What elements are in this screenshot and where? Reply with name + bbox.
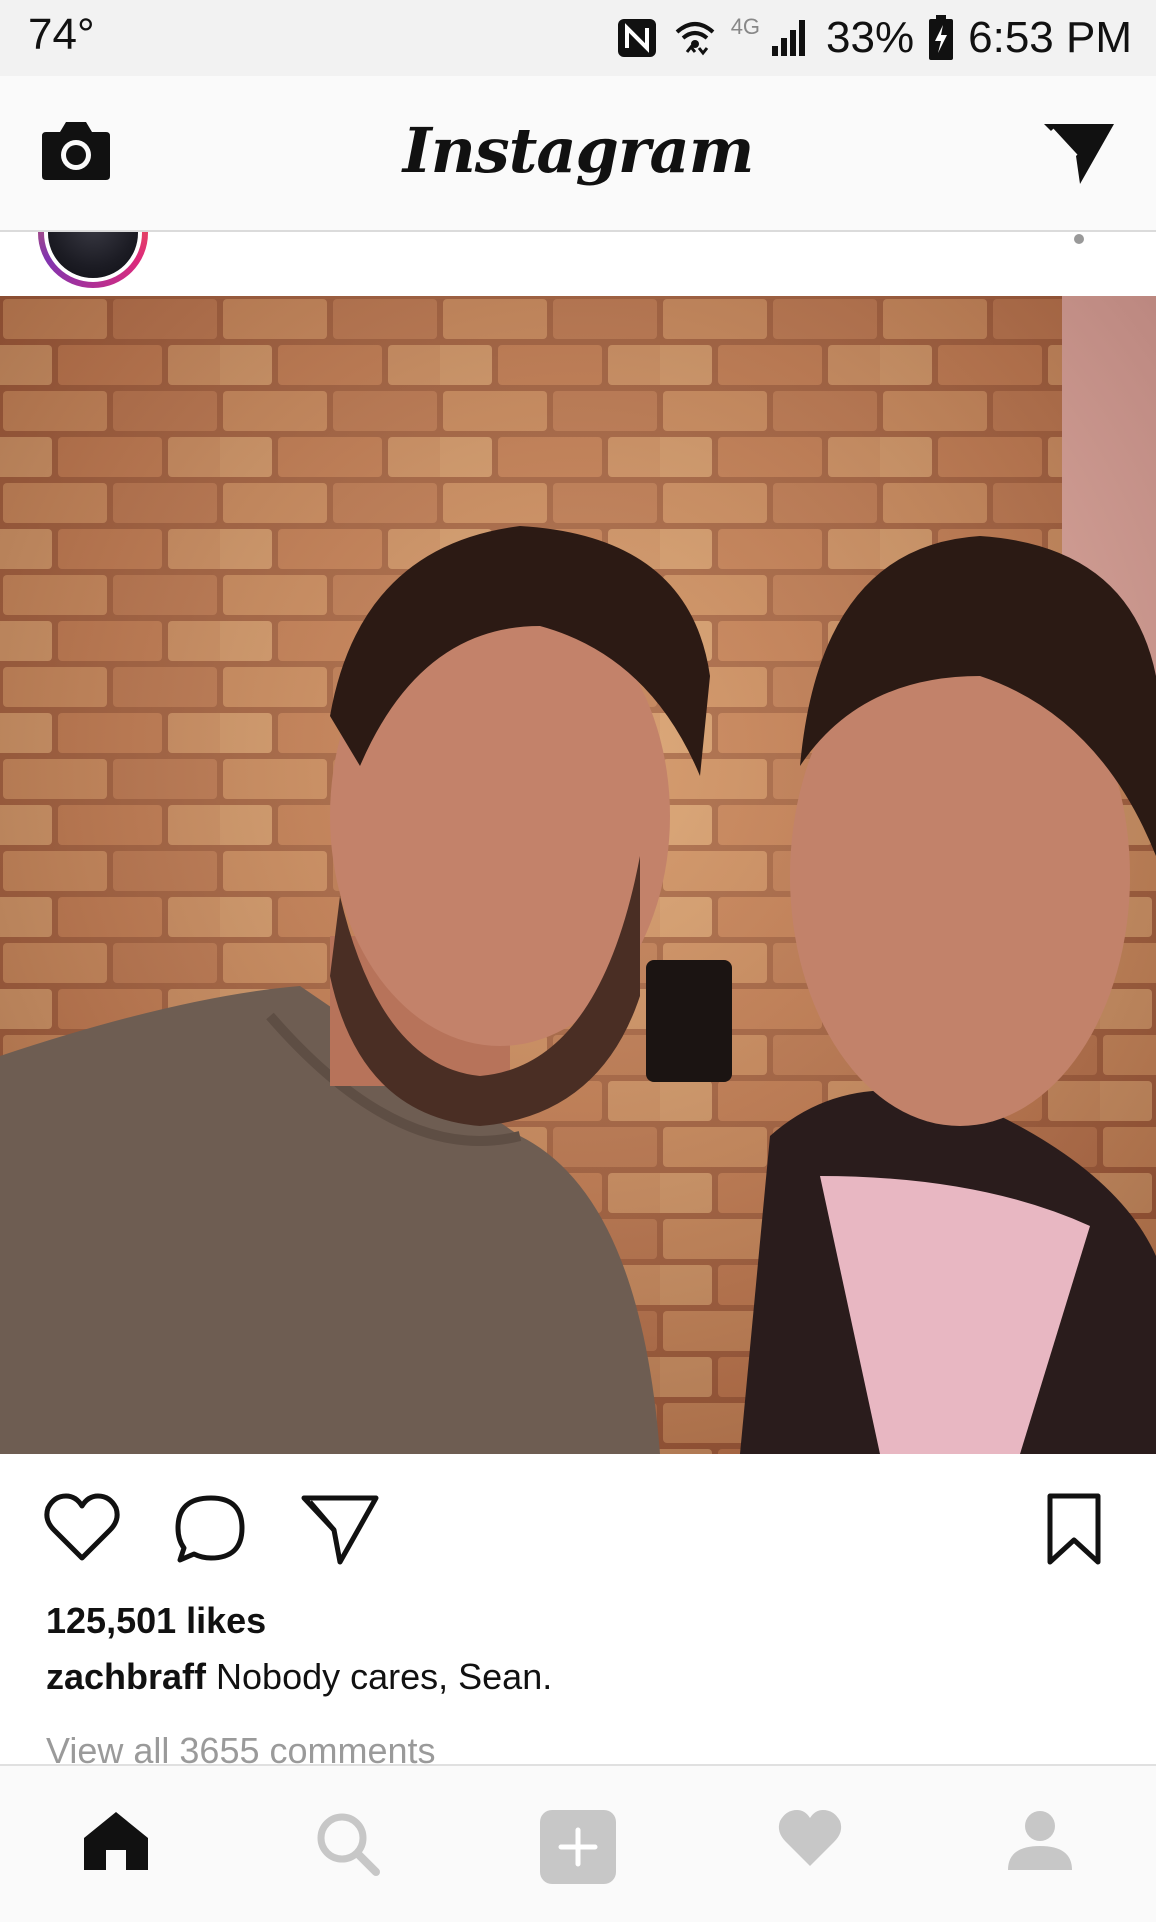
nfc-icon xyxy=(617,19,656,57)
paper-plane-icon xyxy=(1044,124,1114,184)
clock: 6:53 PM xyxy=(968,13,1132,62)
profile-icon xyxy=(1008,1811,1072,1870)
post-photo[interactable] xyxy=(0,296,1156,1454)
save-button[interactable] xyxy=(1044,1492,1104,1571)
search-icon xyxy=(317,1813,380,1876)
caption: zachbraff Nobody cares, Sean. xyxy=(46,1656,552,1698)
share-icon xyxy=(301,1495,379,1565)
bookmark-icon xyxy=(1047,1493,1101,1565)
nav-home[interactable] xyxy=(80,1808,152,1879)
nav-activity[interactable] xyxy=(776,1808,844,1875)
post-actions xyxy=(0,1454,1156,1600)
comment-button[interactable] xyxy=(172,1492,250,1571)
app-header: Instagram xyxy=(0,76,1156,232)
comment-icon xyxy=(175,1495,245,1563)
activity-heart-icon xyxy=(778,1810,842,1866)
bottom-nav xyxy=(0,1764,1156,1922)
caption-text: Nobody cares, Sean. xyxy=(216,1656,553,1697)
home-icon xyxy=(84,1812,148,1870)
nav-search[interactable] xyxy=(312,1808,382,1883)
post-header xyxy=(0,232,1156,296)
like-button[interactable] xyxy=(42,1492,122,1569)
more-options-icon[interactable] xyxy=(1074,234,1084,244)
wifi-icon xyxy=(675,22,715,56)
share-button[interactable] xyxy=(300,1492,380,1571)
caption-username[interactable]: zachbraff xyxy=(46,1656,206,1697)
avatar[interactable] xyxy=(38,232,148,288)
status-icons: 4G 33% 6:53 PM xyxy=(615,8,1132,68)
signal-icon xyxy=(772,20,806,56)
instagram-logo: Instagram xyxy=(402,114,755,187)
battery-charging-icon xyxy=(929,15,954,60)
heart-icon xyxy=(44,1493,120,1561)
add-icon xyxy=(540,1810,616,1884)
status-bar: 74° 4G 33% 6:53 PM xyxy=(0,0,1156,76)
nav-add[interactable] xyxy=(538,1808,618,1891)
temperature: 74° xyxy=(28,10,95,59)
battery-percent: 33% xyxy=(826,13,915,62)
post-photo-image xyxy=(0,296,1156,1454)
network-type: 4G xyxy=(730,14,761,39)
nav-profile[interactable] xyxy=(1006,1808,1074,1879)
likes-count[interactable]: 125,501 likes xyxy=(46,1600,266,1642)
direct-messages-button[interactable] xyxy=(1042,120,1116,191)
